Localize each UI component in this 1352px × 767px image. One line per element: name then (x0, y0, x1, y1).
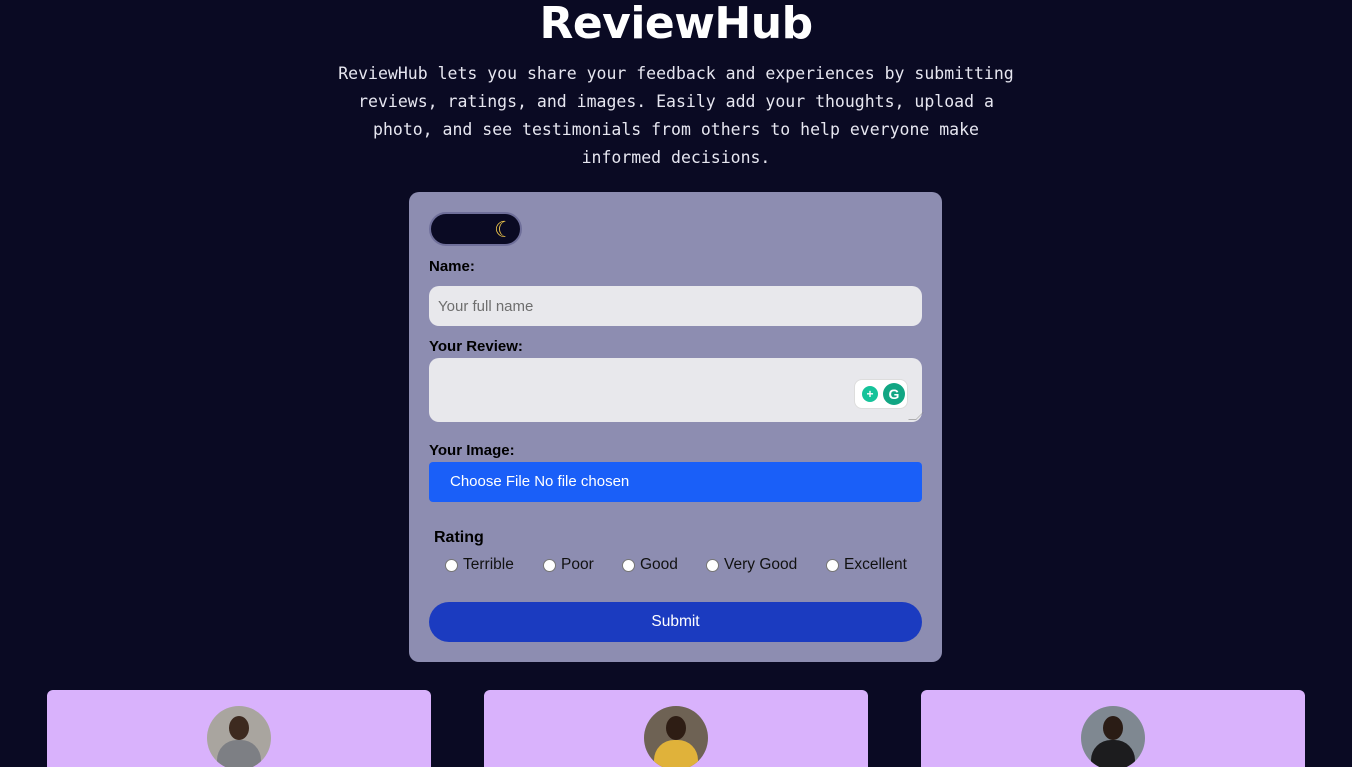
testimonial-card (47, 690, 431, 767)
review-label: Your Review: (429, 338, 523, 355)
page: ReviewHub ReviewHub lets you share your … (0, 0, 1352, 767)
name-label: Name: (429, 258, 475, 275)
rating-option-label: Good (640, 556, 678, 573)
lightbulb-icon[interactable]: + (862, 386, 878, 402)
moon-icon: ☾ (494, 217, 514, 242)
radio-button[interactable] (706, 558, 719, 572)
rating-option-label: Very Good (724, 556, 798, 573)
rating-option-label: Terrible (463, 556, 514, 573)
choose-file-button[interactable]: Choose File (450, 473, 530, 490)
woman-in-yellow-avatar (644, 706, 708, 767)
man-in-suit-avatar (207, 706, 271, 767)
rating-option-excellent[interactable]: Excellent (826, 556, 907, 574)
rating-label: Rating (434, 529, 484, 546)
rating-option-terrible[interactable]: Terrible (445, 556, 514, 574)
testimonial-card (484, 690, 868, 767)
review-form: ☾ Name: Your Review: + G Your Image: Cho… (409, 192, 942, 662)
radio-button[interactable] (826, 558, 839, 572)
rating-option-label: Excellent (844, 556, 907, 573)
file-input[interactable]: Choose File No file chosen (429, 462, 922, 502)
rating-option-poor[interactable]: Poor (543, 556, 594, 574)
rating-option-label: Poor (561, 556, 594, 573)
image-label: Your Image: (429, 442, 515, 459)
submit-button[interactable]: Submit (429, 602, 922, 642)
rating-option-very-good[interactable]: Very Good (706, 556, 797, 574)
radio-button[interactable] (543, 558, 556, 572)
testimonial-card (921, 690, 1305, 767)
page-title: ReviewHub (539, 0, 813, 49)
man-in-black-avatar (1081, 706, 1145, 767)
file-status: No file chosen (534, 473, 630, 490)
radio-button[interactable] (445, 558, 458, 572)
grammarly-icon[interactable]: G (883, 383, 905, 405)
radio-button[interactable] (622, 558, 635, 572)
name-input[interactable] (429, 286, 922, 326)
rating-option-good[interactable]: Good (622, 556, 678, 574)
grammarly-widget[interactable]: + G (854, 379, 908, 409)
intro-text: ReviewHub lets you share your feedback a… (338, 64, 1014, 167)
review-textarea[interactable] (429, 358, 924, 422)
resize-grip-icon[interactable] (908, 412, 924, 420)
theme-toggle[interactable]: ☾ (429, 212, 522, 246)
